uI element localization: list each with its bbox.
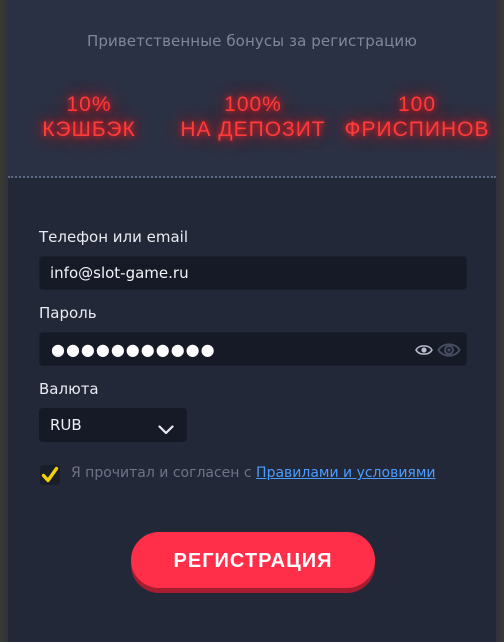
login-field-wrapper (39, 256, 467, 290)
eye-icon[interactable] (415, 342, 433, 361)
bonus-freespins: 100 ФРИСПИНОВ (342, 92, 492, 142)
bonus-cashback-label: КЭШБЭК (42, 118, 136, 141)
checkmark-icon (40, 466, 60, 489)
bonus-deposit-value: 100% (224, 93, 282, 116)
eye-icon[interactable] (437, 340, 461, 364)
welcome-title: Приветственные бонусы за регистрацию (86, 32, 418, 50)
bonus-freespins-label: ФРИСПИНОВ (344, 118, 490, 141)
chevron-down-icon (158, 420, 174, 439)
bonus-cashback-value: 10% (66, 93, 112, 116)
terms-link[interactable]: Правилами и условиями (256, 465, 435, 481)
agree-text: Я прочитал и согласен с Правилами и усло… (71, 465, 436, 481)
agree-label: Я прочитал и согласен с (71, 465, 252, 481)
agree-checkbox[interactable] (40, 465, 60, 485)
currency-label: Валюта (39, 380, 99, 398)
bonus-cashback: 10% КЭШБЭК (20, 92, 158, 142)
password-value: ●●●●●●●●●●● (51, 340, 216, 359)
login-input[interactable] (40, 257, 466, 289)
registration-form: Телефон или email Пароль ●●●●●●●●●●● В (8, 178, 496, 642)
bonus-section: Приветственные бонусы за регистрацию 10%… (8, 0, 496, 178)
registration-modal: Приветственные бонусы за регистрацию 10%… (8, 0, 496, 642)
password-label: Пароль (39, 304, 97, 322)
bonus-freespins-value: 100 (397, 93, 437, 116)
currency-value: RUB (50, 416, 82, 434)
currency-select[interactable]: RUB (39, 408, 187, 442)
register-button[interactable]: РЕГИСТРАЦИЯ (131, 532, 375, 588)
login-label: Телефон или email (39, 228, 189, 246)
bonus-deposit-label: НА ДЕПОЗИТ (180, 118, 326, 141)
bonus-deposit: 100% НА ДЕПОЗИТ (173, 92, 333, 142)
password-field[interactable]: ●●●●●●●●●●● (39, 332, 467, 366)
